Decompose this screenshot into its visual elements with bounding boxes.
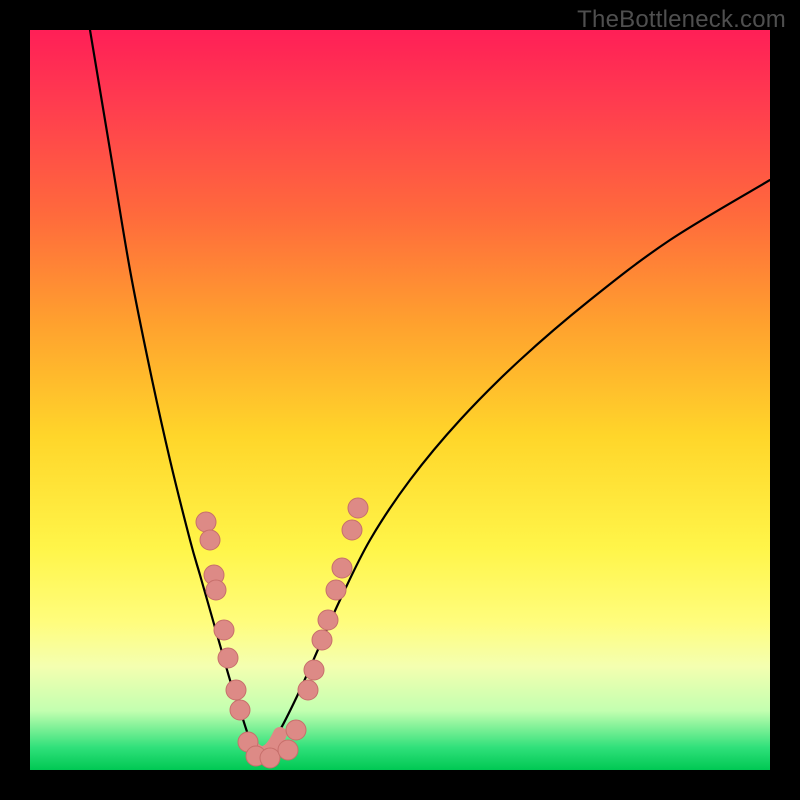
data-point-marker (218, 648, 238, 668)
data-point-marker (230, 700, 250, 720)
data-point-marker (304, 660, 324, 680)
plot-area (30, 30, 770, 770)
data-point-marker (318, 610, 338, 630)
data-point-marker (298, 680, 318, 700)
data-point-marker (332, 558, 352, 578)
data-point-marker (206, 580, 226, 600)
data-point-marker (196, 512, 216, 532)
data-point-marker (214, 620, 234, 640)
data-point-marker (226, 680, 246, 700)
outer-frame: TheBottleneck.com (0, 0, 800, 800)
data-point-marker (348, 498, 368, 518)
curve-right-branch (260, 180, 770, 760)
curve-group (90, 30, 770, 760)
watermark-text: TheBottleneck.com (577, 6, 786, 34)
data-point-marker (312, 630, 332, 650)
data-point-marker (260, 748, 280, 768)
data-point-marker (200, 530, 220, 550)
data-point-marker (278, 740, 298, 760)
chart-svg (30, 30, 770, 770)
data-point-marker (342, 520, 362, 540)
data-point-marker (286, 720, 306, 740)
data-point-marker (326, 580, 346, 600)
